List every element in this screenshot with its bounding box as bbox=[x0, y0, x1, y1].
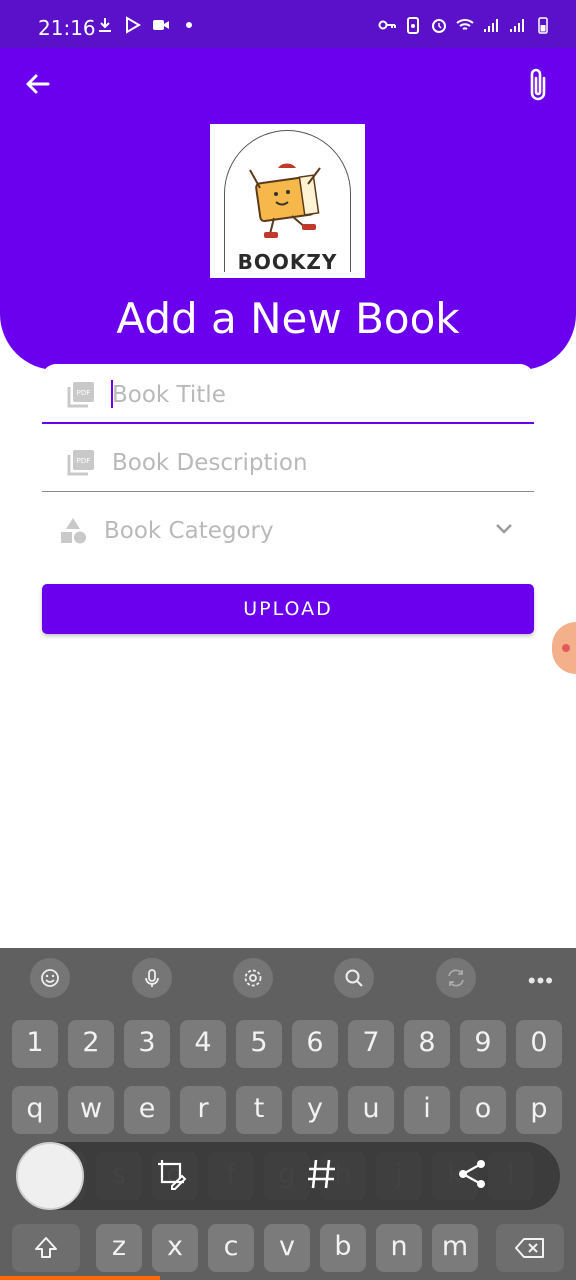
pdf-icon: PDF bbox=[67, 382, 94, 408]
key-y[interactable]: y bbox=[292, 1086, 338, 1134]
keyboard-search-button[interactable] bbox=[334, 958, 374, 998]
more-options-icon[interactable]: ••• bbox=[528, 968, 554, 994]
battery-saver-icon bbox=[407, 17, 419, 34]
attach-file-icon[interactable] bbox=[522, 66, 554, 104]
key-7[interactable]: 7 bbox=[348, 1020, 394, 1068]
key-q[interactable]: q bbox=[12, 1086, 58, 1134]
status-left-icons bbox=[96, 16, 198, 34]
key-p[interactable]: p bbox=[516, 1086, 562, 1134]
back-arrow-icon[interactable] bbox=[22, 68, 54, 100]
hashtag-icon[interactable] bbox=[304, 1156, 340, 1192]
svg-text:PDF: PDF bbox=[77, 457, 91, 465]
key-m[interactable]: m bbox=[432, 1224, 478, 1272]
share-icon[interactable] bbox=[454, 1156, 490, 1192]
emoji-button[interactable] bbox=[30, 958, 70, 998]
soft-keyboard: ••• 1 2 3 4 5 6 7 8 9 0 q w e r t y u i … bbox=[0, 948, 576, 1280]
key-w[interactable]: w bbox=[68, 1086, 114, 1134]
backspace-icon bbox=[515, 1238, 544, 1258]
settings-icon bbox=[244, 969, 262, 987]
key-z[interactable]: z bbox=[96, 1224, 142, 1272]
status-bar: 21:16 bbox=[0, 0, 576, 48]
key-0[interactable]: 0 bbox=[516, 1020, 562, 1068]
gesture-bar-indicator bbox=[0, 1276, 160, 1280]
key-9[interactable]: 9 bbox=[460, 1020, 506, 1068]
keyboard-settings-button[interactable] bbox=[233, 958, 273, 998]
emoji-icon bbox=[41, 969, 59, 987]
chevron-down-icon bbox=[496, 524, 512, 534]
voice-input-button[interactable] bbox=[132, 958, 172, 998]
key-i[interactable]: i bbox=[404, 1086, 450, 1134]
alarm-icon bbox=[432, 19, 446, 33]
screenshot-thumbnail[interactable] bbox=[16, 1142, 84, 1210]
battery-icon bbox=[538, 17, 548, 34]
key-4[interactable]: 4 bbox=[180, 1020, 226, 1068]
key-t[interactable]: t bbox=[236, 1086, 282, 1134]
keyboard-toolbar: ••• bbox=[0, 948, 576, 1008]
book-title-placeholder: Book Title bbox=[112, 382, 226, 408]
book-title-field[interactable]: PDF Book Title bbox=[42, 364, 534, 424]
video-camera-icon bbox=[153, 20, 169, 30]
dot-icon bbox=[186, 22, 192, 28]
key-8[interactable]: 8 bbox=[404, 1020, 450, 1068]
backspace-key[interactable] bbox=[496, 1224, 564, 1272]
translate-icon bbox=[448, 969, 464, 987]
category-shapes-icon bbox=[61, 518, 86, 544]
bookzy-logo: BOOKZY bbox=[210, 124, 365, 278]
key-e[interactable]: e bbox=[124, 1086, 170, 1134]
book-description-field[interactable]: PDF Book Description bbox=[42, 432, 534, 492]
search-icon bbox=[345, 969, 363, 987]
logo-text: BOOKZY bbox=[237, 250, 338, 274]
play-store-icon bbox=[126, 16, 141, 34]
mic-icon bbox=[145, 969, 159, 987]
download-icon bbox=[99, 18, 111, 32]
key-v[interactable]: v bbox=[264, 1224, 310, 1272]
key-c[interactable]: c bbox=[208, 1224, 254, 1272]
key-5[interactable]: 5 bbox=[236, 1020, 282, 1068]
wifi-icon bbox=[456, 19, 474, 30]
signal-icon bbox=[484, 19, 498, 32]
svg-text:PDF: PDF bbox=[77, 389, 91, 397]
book-mascot-icon bbox=[249, 163, 321, 238]
signal-icon bbox=[510, 19, 524, 32]
page-title: Add a New Book bbox=[116, 294, 460, 343]
crop-edit-icon[interactable] bbox=[154, 1156, 190, 1192]
key-6[interactable]: 6 bbox=[292, 1020, 338, 1068]
key-2[interactable]: 2 bbox=[68, 1020, 114, 1068]
key-u[interactable]: u bbox=[348, 1086, 394, 1134]
key-icon bbox=[378, 20, 396, 30]
key-r[interactable]: r bbox=[180, 1086, 226, 1134]
key-o[interactable]: o bbox=[460, 1086, 506, 1134]
bubble-dot bbox=[562, 644, 570, 652]
status-time: 21:16 bbox=[38, 16, 96, 40]
upload-button[interactable]: UPLOAD bbox=[42, 584, 534, 634]
floating-assistant-bubble[interactable] bbox=[552, 622, 576, 674]
key-x[interactable]: x bbox=[152, 1224, 198, 1272]
key-3[interactable]: 3 bbox=[124, 1020, 170, 1068]
book-category-placeholder: Book Category bbox=[104, 518, 274, 544]
shift-key[interactable] bbox=[12, 1224, 80, 1272]
translate-button[interactable] bbox=[436, 958, 476, 998]
pdf-icon: PDF bbox=[67, 450, 94, 476]
shift-icon bbox=[35, 1237, 57, 1258]
key-n[interactable]: n bbox=[376, 1224, 422, 1272]
key-1[interactable]: 1 bbox=[12, 1020, 58, 1068]
book-category-dropdown[interactable]: Book Category bbox=[42, 500, 534, 562]
key-b[interactable]: b bbox=[320, 1224, 366, 1272]
status-right-icons bbox=[378, 16, 552, 34]
header: BOOKZY Add a New Book bbox=[0, 48, 576, 370]
book-description-placeholder: Book Description bbox=[112, 450, 308, 476]
